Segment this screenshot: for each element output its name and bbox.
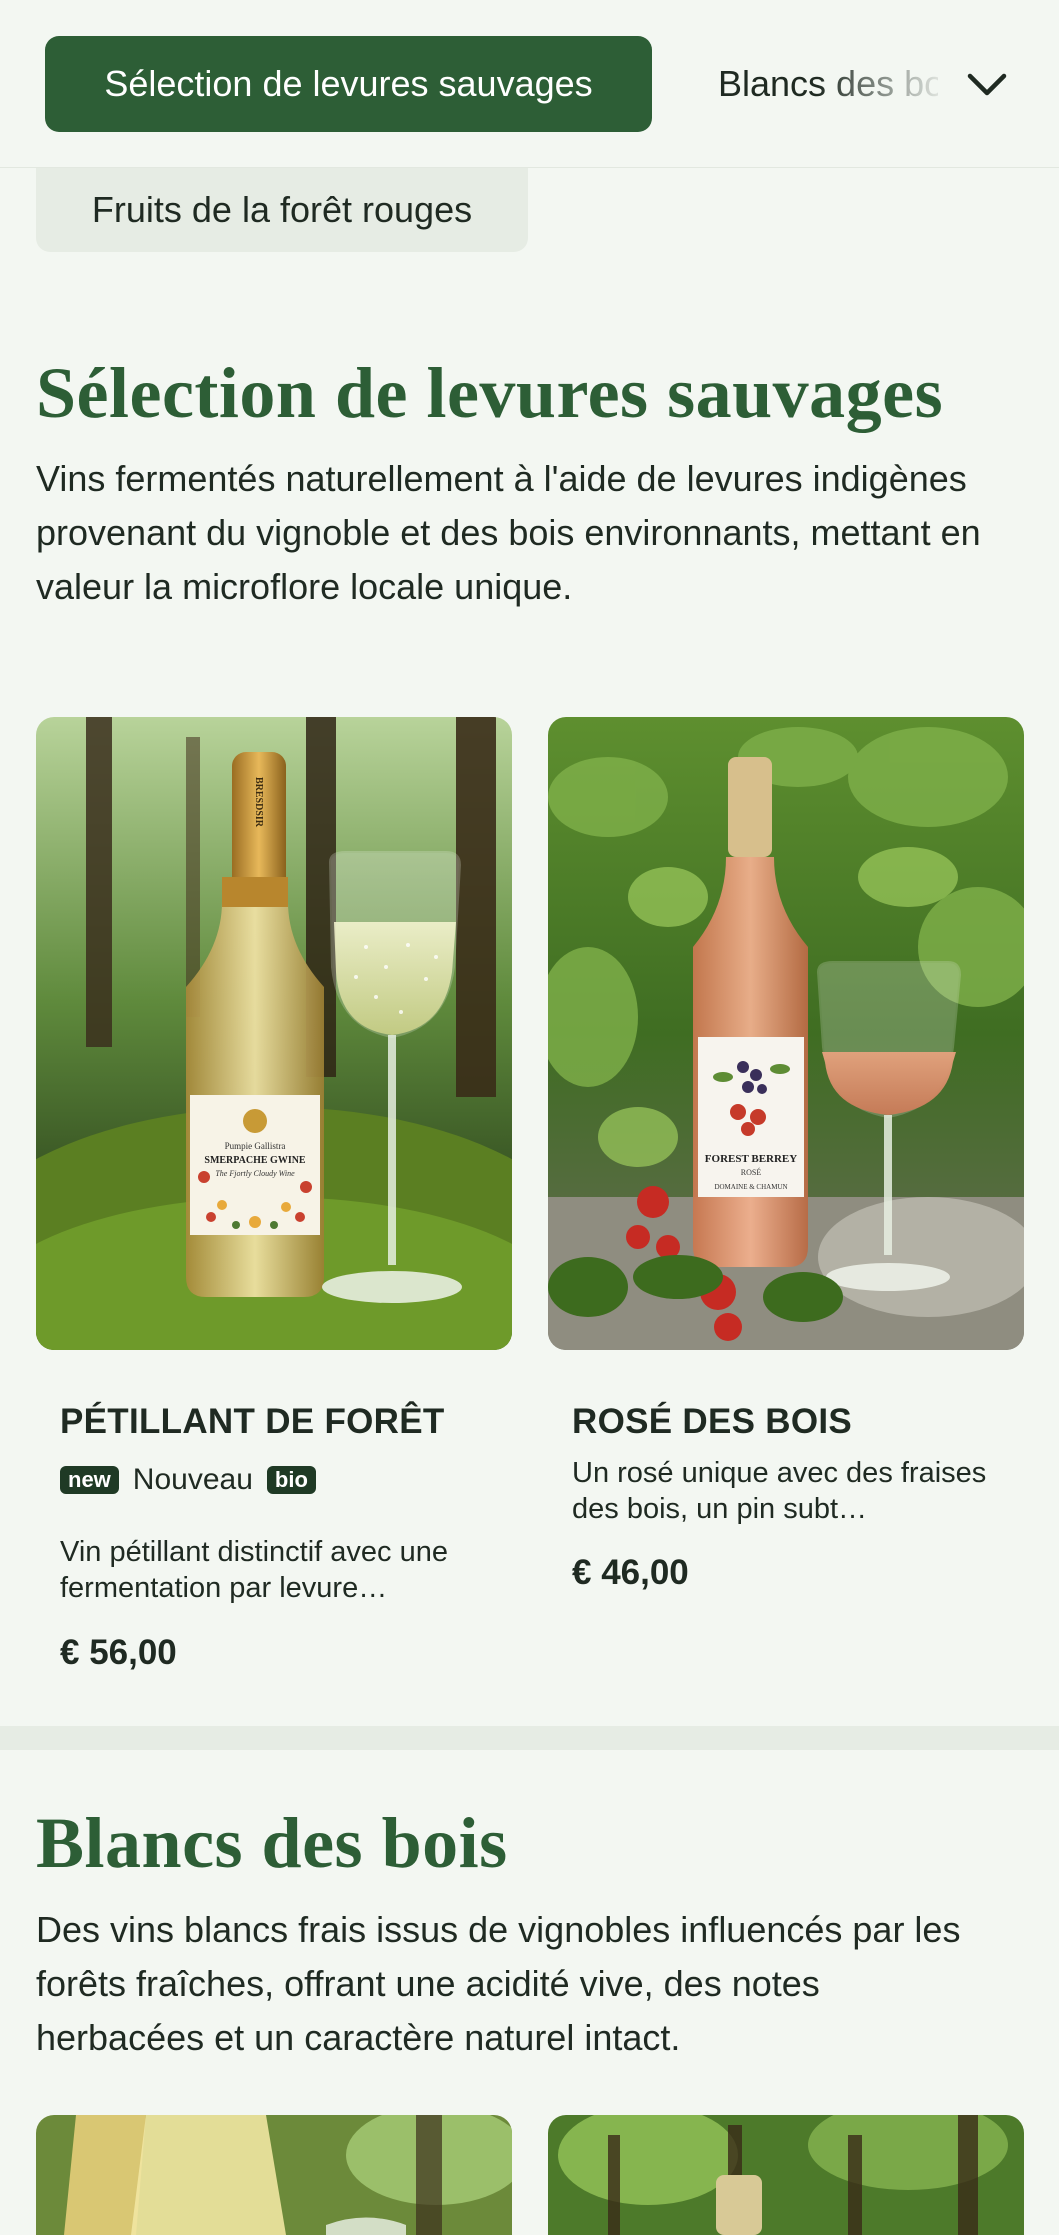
chevron-down-icon[interactable] [962, 60, 1012, 110]
product-image[interactable] [548, 2115, 1024, 2235]
category-bar: Sélection de levures sauvages Blancs des… [0, 0, 1059, 168]
product-name[interactable]: ROSÉ DES BOIS [572, 1402, 852, 1442]
product-image-petillant[interactable]: Pumpie Gallistra SMERPACHE GWINE The Fjo… [36, 717, 512, 1350]
product-description: Vin pétillant distinctif avec une fermen… [60, 1536, 448, 1604]
label-brand: Pumpie Gallistra [225, 1141, 286, 1151]
tag-new-label: Nouveau [132, 1463, 253, 1496]
category-pill-next[interactable]: Blancs des bois [718, 56, 938, 112]
label-sub: ROSÉ [741, 1167, 762, 1177]
label-name: SMERPACHE GWINE [204, 1155, 306, 1166]
product-price: € 56,00 [60, 1633, 177, 1672]
category-pill-label: Sélection de levures sauvages [104, 63, 593, 104]
product-name[interactable]: PÉTILLANT DE FORÊT [60, 1402, 445, 1442]
section-description: Des vins blancs frais issus de vignobles… [36, 1909, 961, 2058]
tag-new-badge: new [60, 1466, 119, 1494]
section-title: Sélection de levures sauvages [36, 353, 944, 433]
section-title: Blancs des bois [36, 1803, 508, 1883]
category-pill-label: Blancs des bois [718, 63, 938, 104]
neck-text: BRESDSIR [253, 777, 264, 828]
category-pill-label: Fruits de la forêt rouges [91, 189, 473, 230]
label-name: FOREST BERREY [705, 1153, 797, 1165]
product-image[interactable] [36, 2115, 512, 2235]
product-description: Un rosé unique avec des fraises des bois… [572, 1457, 987, 1525]
tag-bio-badge: bio [266, 1466, 316, 1494]
section-description: Vins fermentés naturellement à l'aide de… [36, 458, 981, 607]
product-tags: new Nouveau bio [60, 1463, 316, 1497]
product-price: € 46,00 [572, 1553, 689, 1592]
category-pill-active[interactable]: Sélection de levures sauvages [45, 36, 652, 132]
category-pill-secondary[interactable]: Fruits de la forêt rouges [36, 168, 528, 252]
label-sub: The Fjortly Cloudy Wine [215, 1169, 295, 1178]
section-divider [0, 1726, 1059, 1750]
label-house: DOMAINE & CHAMUN [714, 1183, 787, 1191]
product-image-rose[interactable]: FOREST BERREY ROSÉ DOMAINE & CHAMUN [548, 717, 1024, 1350]
